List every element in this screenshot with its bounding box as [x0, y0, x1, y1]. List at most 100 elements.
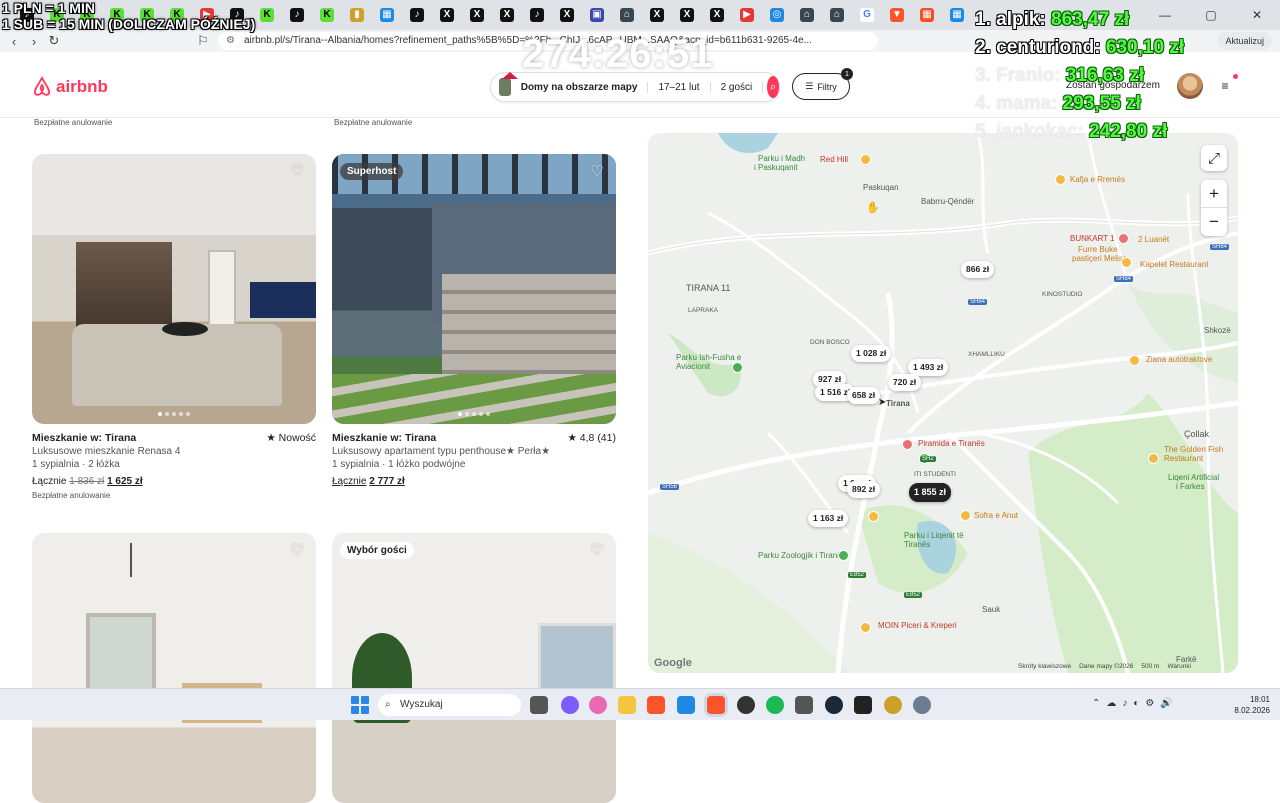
app-icon[interactable] — [884, 696, 902, 714]
search-dates[interactable]: 17–21 lut — [648, 81, 711, 93]
listing-card[interactable]: Wybór gości ♡ — [332, 533, 616, 803]
leaderboard-name: 4. mama: — [975, 93, 1058, 114]
map-label: pastiçeri Melisa — [1072, 254, 1128, 263]
road-shield: SH56 — [660, 484, 680, 490]
search-button[interactable]: ⌕ — [767, 76, 779, 98]
listing-card[interactable]: ♡ — [32, 533, 316, 803]
heart-icon[interactable]: ♡ — [289, 543, 305, 559]
map[interactable]: ⤢ + − Red Hill Parku i Madh i Paskuqanit… — [648, 133, 1238, 673]
search-guests[interactable]: 2 gości — [711, 81, 764, 93]
heart-icon[interactable]: ♡ — [589, 543, 605, 559]
tab-icon[interactable]: X — [702, 4, 732, 26]
forward-icon[interactable]: › — [24, 34, 44, 49]
price-pin-active[interactable]: 1 855 zł — [909, 483, 952, 502]
taskbar-search[interactable]: ⌕ Wyszukaj — [378, 694, 521, 716]
leaderboard-name: 5. jankokac: — [975, 121, 1084, 142]
tab-icon[interactable]: K — [252, 4, 282, 26]
listing-card[interactable]: ♡ Mieszkanie w: Tirana ★ Nowość Luksusow… — [32, 154, 316, 500]
listing-photo[interactable]: Wybór gości ♡ — [332, 533, 616, 803]
tab-icon[interactable]: ▦ — [942, 4, 972, 26]
tab-icon[interactable]: X — [462, 4, 492, 26]
price-pin[interactable]: 1 163 zł — [808, 510, 849, 527]
update-button[interactable]: Aktualizuj — [1217, 32, 1272, 50]
zoom-in-button[interactable]: + — [1201, 180, 1227, 208]
search-location[interactable]: Domy na obszarze mapy — [511, 81, 649, 93]
windows-start-icon[interactable] — [351, 696, 369, 714]
listing-rating: ★ 4,8 (41) — [567, 432, 616, 444]
heart-icon[interactable]: ♡ — [289, 164, 305, 180]
tab-icon[interactable]: ⌂ — [822, 4, 852, 26]
app-icon[interactable] — [795, 696, 813, 714]
tab-icon[interactable]: X — [552, 4, 582, 26]
filters-button[interactable]: ☰ Filtry 1 — [792, 68, 853, 100]
tab-icon[interactable]: ▶ — [732, 4, 762, 26]
tab-icon[interactable]: ◎ — [762, 4, 792, 26]
tab-icon[interactable]: X — [672, 4, 702, 26]
expand-map-icon[interactable]: ⤢ — [1201, 145, 1227, 171]
clock[interactable]: 18:01 8.02.2026 — [1234, 694, 1270, 716]
tab-icon[interactable]: ▦ — [912, 4, 942, 26]
listing-photo[interactable]: ♡ — [32, 154, 316, 424]
map-scale[interactable]: 500 m — [1141, 663, 1159, 670]
price-pin[interactable]: 866 zł — [961, 261, 995, 278]
file-explorer-icon[interactable] — [618, 696, 636, 714]
price-pin[interactable]: 720 zł — [888, 374, 922, 391]
heart-icon[interactable]: ♡ — [589, 164, 605, 180]
map-label: Tirana — [886, 399, 910, 408]
price-pin[interactable]: 892 zł — [847, 481, 881, 498]
leaderboard-name: 3. Franio: — [975, 65, 1061, 86]
copilot-icon[interactable] — [589, 696, 607, 714]
filters-label: Filtry — [817, 81, 837, 92]
airbnb-logo[interactable]: airbnb — [32, 76, 108, 97]
map-label: BUNKART 1 — [1070, 234, 1115, 243]
tab-icon[interactable]: ▼ — [882, 4, 912, 26]
back-icon[interactable]: ‹ — [4, 34, 24, 49]
map-label: Red Hill — [820, 155, 849, 164]
leaderboard-amount: 316,63 zł — [1065, 65, 1144, 86]
listing-subtitle: Luksusowe mieszkanie Renasa 4 — [32, 446, 181, 457]
app-icon[interactable] — [677, 696, 695, 714]
tab-icon[interactable]: ⌂ — [792, 4, 822, 26]
listing-photo[interactable]: ♡ — [32, 533, 316, 803]
listing-price: Łącznie 1 836 zł 1 625 zł — [32, 476, 316, 487]
tab-icon[interactable]: G — [852, 4, 882, 26]
maximize-icon[interactable]: ▢ — [1188, 8, 1234, 22]
brave-icon[interactable] — [647, 696, 665, 714]
tab-icon[interactable]: ♪ — [402, 4, 432, 26]
tab-icon[interactable]: ▦ — [372, 4, 402, 26]
price-pin[interactable]: 658 zł — [847, 387, 881, 404]
system-tray-icons[interactable]: ⌃☁♪◐⚙🔊 — [1092, 698, 1179, 709]
price-pin[interactable]: 1 028 zł — [851, 345, 892, 362]
tab-icon[interactable]: ▮ — [342, 4, 372, 26]
tab-icon[interactable]: ⌂ — [612, 4, 642, 26]
zoom-out-button[interactable]: − — [1201, 208, 1227, 236]
road-shield: SH84 — [1210, 244, 1230, 250]
listing-card[interactable]: Superhost ♡ Mieszkanie w: Tirana ★ 4,8 (… — [332, 154, 616, 487]
free-cancellation-text: Bezpłatne anulowanie — [32, 491, 111, 500]
bookmark-icon[interactable]: ⚐ — [193, 33, 213, 49]
terms-link[interactable]: Warunki — [1167, 663, 1191, 670]
tab-icon[interactable]: ▣ — [582, 4, 612, 26]
tab-icon[interactable]: ♪ — [522, 4, 552, 26]
keyboard-shortcuts-link[interactable]: Skróty klawiszowe — [1018, 663, 1071, 670]
tab-icon[interactable]: X — [492, 4, 522, 26]
tab-icon[interactable]: ♪ — [282, 4, 312, 26]
settings-icon[interactable] — [913, 696, 931, 714]
listing-photo[interactable]: Superhost ♡ — [332, 154, 616, 424]
tab-icon[interactable]: X — [642, 4, 672, 26]
reload-icon[interactable]: ↻ — [44, 33, 64, 49]
spotify-icon[interactable] — [766, 696, 784, 714]
site-info-icon[interactable]: ⚙ — [226, 32, 235, 50]
app-icon[interactable] — [854, 696, 872, 714]
discord-icon[interactable] — [561, 696, 579, 714]
listing-details: 1 sypialnia · 1 łóżko podwójne — [332, 459, 466, 470]
tab-icon[interactable]: X — [432, 4, 462, 26]
brave-active-icon[interactable] — [707, 696, 725, 714]
obs-icon[interactable] — [737, 696, 755, 714]
steam-icon[interactable] — [825, 696, 843, 714]
leaderboard-row: 5. jankokac: 242,80 zł — [975, 118, 1184, 146]
close-icon[interactable]: ✕ — [1234, 8, 1280, 22]
tab-icon[interactable]: K — [312, 4, 342, 26]
task-view-icon[interactable] — [530, 696, 548, 714]
listing-title: Mieszkanie w: Tirana — [32, 432, 137, 444]
